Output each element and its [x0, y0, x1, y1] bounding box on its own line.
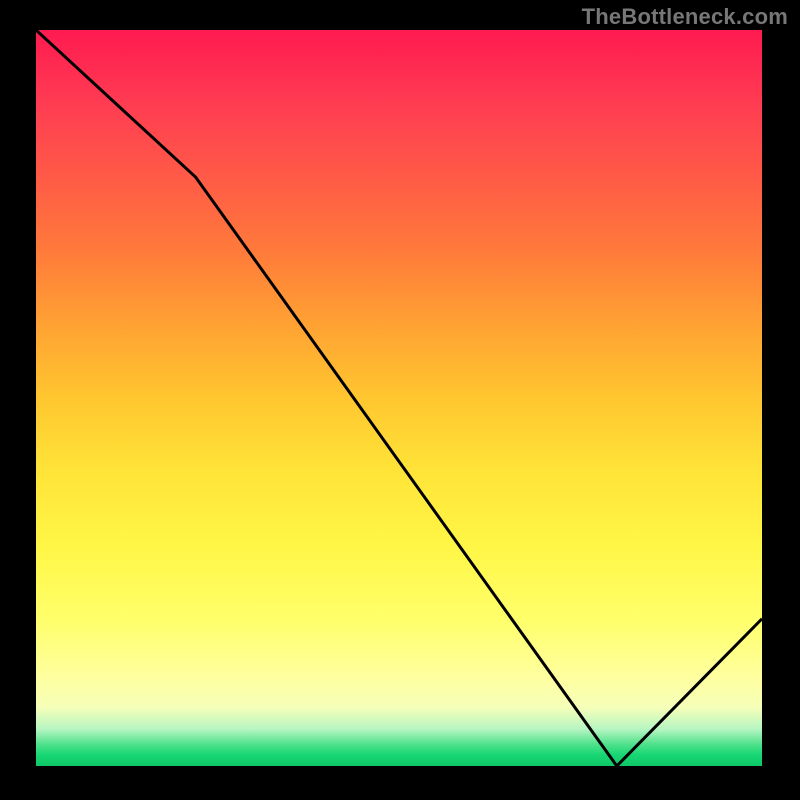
plot-area — [36, 30, 762, 766]
watermark-text: TheBottleneck.com — [582, 4, 788, 30]
line-layer — [36, 30, 762, 766]
bottleneck-curve — [36, 30, 762, 766]
chart-frame: TheBottleneck.com — [0, 0, 800, 800]
